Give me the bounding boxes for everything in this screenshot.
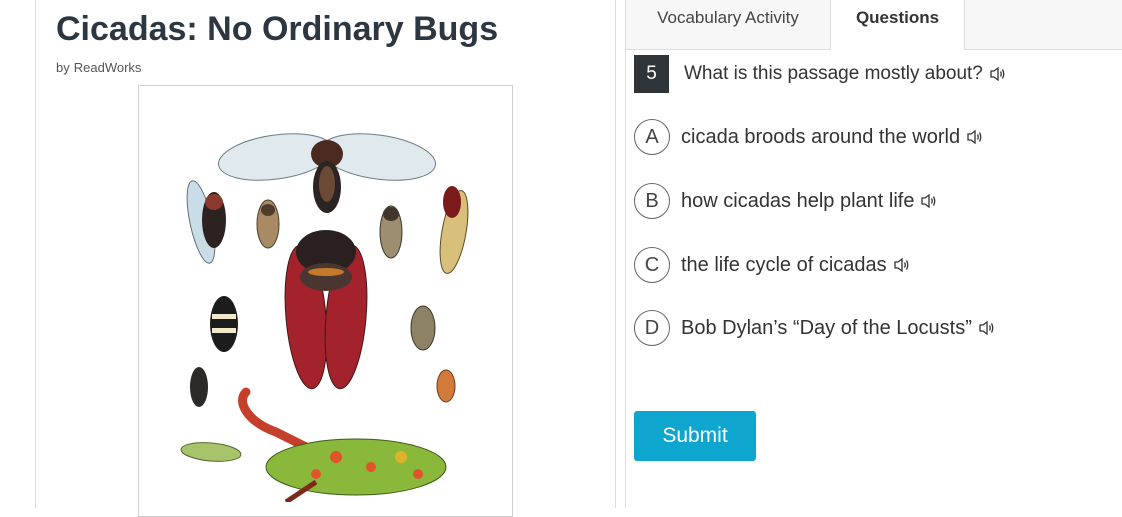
option-text-c[interactable]: the life cycle of cicadas bbox=[681, 254, 911, 277]
answer-option-d[interactable]: D Bob Dylan’s “Day of the Locusts” bbox=[634, 309, 996, 347]
speaker-icon[interactable] bbox=[978, 320, 996, 336]
tab-questions[interactable]: Questions bbox=[830, 0, 965, 50]
speaker-icon[interactable] bbox=[893, 257, 911, 273]
answer-option-c[interactable]: C the life cycle of cicadas bbox=[634, 246, 911, 284]
author-link[interactable]: ReadWorks bbox=[74, 60, 142, 75]
answer-option-a[interactable]: A cicada broods around the world bbox=[634, 118, 984, 156]
question-number-badge: 5 bbox=[634, 55, 669, 93]
option-label[interactable]: the life cycle of cicadas bbox=[681, 254, 887, 277]
option-letter-c[interactable]: C bbox=[634, 247, 670, 283]
article-title: Cicadas: No Ordinary Bugs bbox=[56, 10, 499, 48]
option-label[interactable]: cicada broods around the world bbox=[681, 126, 960, 149]
speaker-icon[interactable] bbox=[966, 129, 984, 145]
cicada-top bbox=[217, 133, 437, 213]
answer-option-b[interactable]: B how cicadas help plant life bbox=[634, 182, 938, 220]
option-label[interactable]: Bob Dylan’s “Day of the Locusts” bbox=[681, 317, 972, 340]
option-text-d[interactable]: Bob Dylan’s “Day of the Locusts” bbox=[681, 317, 996, 340]
question-prompt: What is this passage mostly about? bbox=[684, 63, 1007, 85]
byline-prefix: by bbox=[56, 60, 70, 75]
speaker-icon[interactable] bbox=[920, 193, 938, 209]
cicada-illustration bbox=[156, 102, 495, 502]
option-letter-a[interactable]: A bbox=[634, 119, 670, 155]
byline: by ReadWorks bbox=[56, 60, 141, 75]
article-figure bbox=[138, 85, 513, 517]
question-text: What is this passage mostly about? bbox=[684, 63, 983, 84]
article-panel: Cicadas: No Ordinary Bugs by ReadWorks bbox=[35, 0, 616, 517]
option-text-a[interactable]: cicada broods around the world bbox=[681, 126, 984, 149]
option-letter-b[interactable]: B bbox=[634, 183, 670, 219]
submit-button[interactable]: Submit bbox=[634, 411, 756, 461]
speaker-icon[interactable] bbox=[989, 66, 1007, 82]
question-panel: Vocabulary Activity Questions 5 What is … bbox=[625, 0, 1122, 508]
option-label[interactable]: how cicadas help plant life bbox=[681, 190, 914, 213]
tab-bar: Vocabulary Activity Questions bbox=[626, 0, 1122, 50]
option-text-b[interactable]: how cicadas help plant life bbox=[681, 190, 938, 213]
tab-vocabulary-activity[interactable]: Vocabulary Activity bbox=[626, 0, 830, 49]
option-letter-d[interactable]: D bbox=[634, 310, 670, 346]
